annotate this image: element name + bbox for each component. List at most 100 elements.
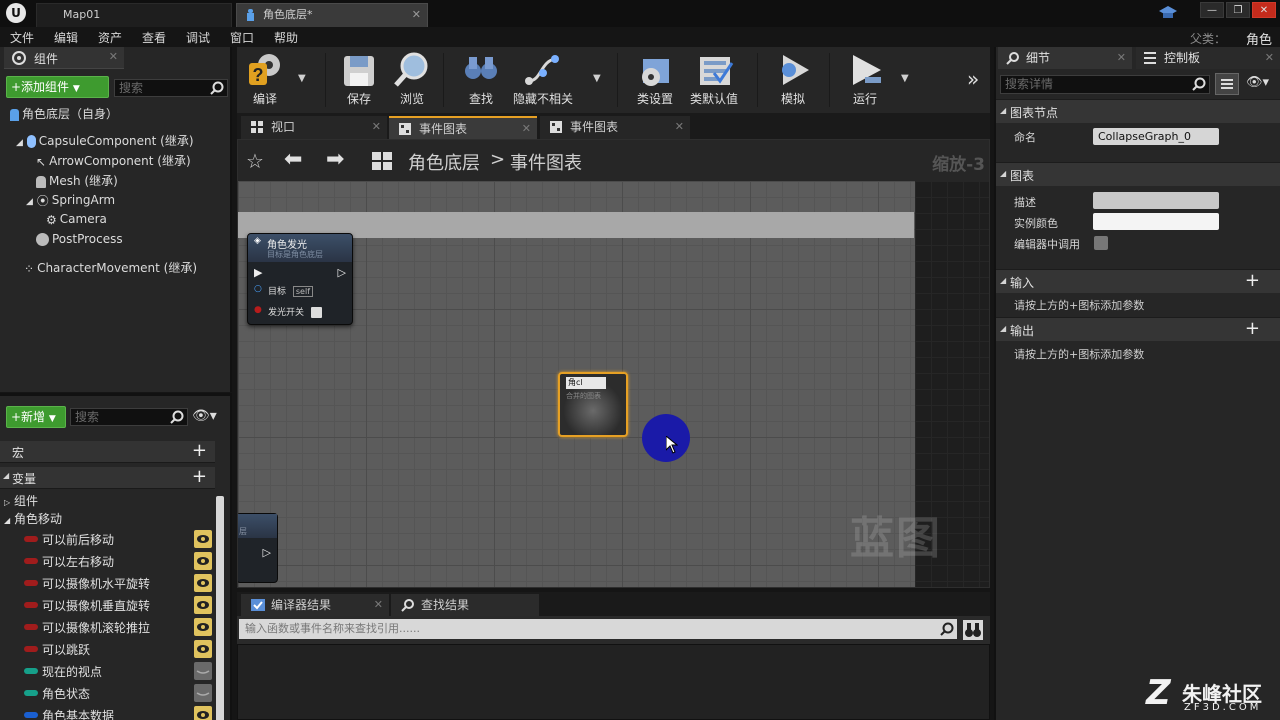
tree-item-movement[interactable]: ⁘ CharacterMovement (继承) <box>24 259 197 276</box>
graduation-cap-icon[interactable] <box>1158 4 1178 22</box>
play-options-chevron-icon[interactable]: ▼ <box>901 73 909 84</box>
variable-row[interactable]: 可以左右移动 <box>22 551 214 571</box>
exec-out-pin-icon[interactable]: ▷ <box>263 546 271 559</box>
visibility-eye-icon[interactable]: 👁▾ <box>1246 75 1269 90</box>
close-tab-icon[interactable]: ✕ <box>374 594 383 616</box>
play-button[interactable]: 运行 <box>837 51 893 111</box>
forward-arrow-icon[interactable]: ➡ <box>326 147 344 172</box>
maximize-icon[interactable]: ❐ <box>1226 2 1250 18</box>
tab-compiler-results[interactable]: 编译器结果 ✕ <box>241 594 389 616</box>
binoculars-icon[interactable] <box>963 620 983 640</box>
close-tab-icon[interactable]: ✕ <box>675 116 684 138</box>
graph-editor[interactable]: ☆ ⬅ ➡ 角色底层 > 事件图表 缩放-3 ◈ 角色发光 目标是角色底层 ▶ … <box>237 139 990 588</box>
find-button[interactable]: 查找 <box>453 51 509 111</box>
browse-button[interactable]: 浏览 <box>384 51 440 111</box>
tab-details[interactable]: 细节 ✕ <box>998 47 1132 69</box>
add-variable-icon[interactable]: + <box>192 467 207 487</box>
variable-row[interactable]: 可以前后移动 <box>22 529 214 549</box>
call-in-editor-checkbox[interactable] <box>1094 236 1108 250</box>
add-component-button[interactable]: +添加组件 ▼ <box>6 76 109 98</box>
unreal-logo-icon[interactable]: U <box>6 3 26 23</box>
add-macro-icon[interactable]: + <box>192 441 207 461</box>
tree-item-springarm[interactable]: ◢ ⦿ SpringArm <box>26 192 115 209</box>
tree-item-arrow[interactable]: ↖ ArrowComponent (继承) <box>36 152 191 169</box>
description-field[interactable] <box>1093 192 1219 209</box>
compile-button[interactable]: ? 编译 <box>237 51 293 111</box>
target-pin-icon[interactable]: ○ <box>254 284 262 294</box>
eye-open-icon[interactable] <box>194 552 212 570</box>
eye-open-icon[interactable] <box>194 640 212 658</box>
class-settings-button[interactable]: 类设置 <box>627 51 683 111</box>
section-graph[interactable]: ◢ 图表 <box>996 162 1280 186</box>
variable-row[interactable]: 可以摄像机滚轮推拉 <box>22 617 214 637</box>
close-tab-icon[interactable]: ✕ <box>1117 47 1126 69</box>
hide-unrelated-chevron-icon[interactable]: ▼ <box>593 73 601 84</box>
exec-in-pin-icon[interactable]: ▶ <box>254 266 262 279</box>
variable-row[interactable]: 可以跳跃 <box>22 639 214 659</box>
back-arrow-icon[interactable]: ⬅ <box>284 147 302 172</box>
tab-event-graph[interactable]: 事件图表 ✕ <box>389 116 537 139</box>
toggle-checkbox[interactable] <box>310 307 322 318</box>
eye-open-icon[interactable] <box>194 618 212 636</box>
menu-edit[interactable]: 编辑 <box>54 29 78 46</box>
variable-row[interactable]: 角色状态 <box>22 683 214 703</box>
node-name-field[interactable]: CollapseGraph_0 <box>1093 128 1219 145</box>
close-tab-icon[interactable]: ✕ <box>372 116 381 138</box>
eye-open-icon[interactable] <box>194 574 212 592</box>
tree-item-camera[interactable]: ⚙ Camera <box>46 212 107 227</box>
instance-color-swatch[interactable] <box>1093 213 1219 230</box>
favorite-star-icon[interactable]: ☆ <box>246 149 264 173</box>
simulate-button[interactable]: 模拟 <box>765 51 821 111</box>
tree-item-mesh[interactable]: Mesh (继承) <box>36 172 118 189</box>
tree-item-postprocess[interactable]: PostProcess <box>36 232 123 246</box>
offscreen-node[interactable]: 层 ▷ <box>238 513 278 583</box>
tab-find-results[interactable]: 查找结果 <box>391 594 539 616</box>
results-list[interactable] <box>237 644 990 720</box>
find-references-input[interactable]: 输入函数或事件名称来查找引用...... <box>239 619 957 639</box>
variable-row[interactable]: 可以摄像机垂直旋转 <box>22 595 214 615</box>
tab-event-graph-2[interactable]: 事件图表 ✕ <box>540 116 690 139</box>
minimize-icon[interactable]: — <box>1200 2 1224 18</box>
section-graph-node[interactable]: ◢ 图表节点 <box>996 99 1280 123</box>
close-tab-icon[interactable]: ✕ <box>109 50 118 63</box>
details-search-input[interactable]: 搜索详情 <box>1000 75 1210 94</box>
menu-help[interactable]: 帮助 <box>274 29 298 46</box>
tree-item-capsule[interactable]: ◢ CapsuleComponent (继承) <box>16 132 194 149</box>
section-outputs[interactable]: ◢ 输出 + <box>996 317 1280 341</box>
close-tab-icon[interactable]: ✕ <box>412 4 421 26</box>
menu-file[interactable]: 文件 <box>10 29 34 46</box>
target-pin-value[interactable]: self <box>292 286 314 297</box>
close-tab-icon[interactable]: ✕ <box>522 118 531 140</box>
add-input-icon[interactable]: + <box>1245 271 1260 291</box>
eye-open-icon[interactable] <box>194 596 212 614</box>
visibility-eye-icon[interactable]: 👁▾ <box>192 408 217 424</box>
category-components[interactable]: ▷ 组件 <box>4 492 38 509</box>
components-search-input[interactable]: 搜索 <box>114 79 228 97</box>
mybp-search-input[interactable]: 搜索 <box>70 408 188 426</box>
breadcrumb-current[interactable]: 事件图表 <box>510 149 582 175</box>
function-node-character-glow[interactable]: ◈ 角色发光 目标是角色底层 ▶ ▷ ○ 目标 self ● 发光开关 <box>247 233 353 325</box>
doc-tab-blueprint[interactable]: 角色底层* ✕ <box>236 3 428 27</box>
add-output-icon[interactable]: + <box>1245 319 1260 339</box>
toolbar-overflow-icon[interactable]: » <box>967 67 979 91</box>
tab-viewport[interactable]: 视口 ✕ <box>241 116 387 139</box>
parent-class-link[interactable]: 角色 <box>1246 29 1272 48</box>
menu-view[interactable]: 查看 <box>142 29 166 46</box>
class-defaults-button[interactable]: 类默认值 <box>686 51 742 111</box>
eye-closed-icon[interactable] <box>194 662 212 680</box>
variable-row[interactable]: 角色基本数据 <box>22 705 214 720</box>
variable-row[interactable]: 现在的视点 <box>22 661 214 681</box>
hide-unrelated-button[interactable]: 隐藏不相关 <box>511 51 575 111</box>
close-window-icon[interactable]: ✕ <box>1252 2 1276 18</box>
exec-out-pin-icon[interactable]: ▷ <box>338 266 346 279</box>
section-macros[interactable]: 宏 + <box>0 441 215 463</box>
variables-scrollbar[interactable] <box>216 496 224 720</box>
eye-open-icon[interactable] <box>194 706 212 720</box>
menu-window[interactable]: 窗口 <box>230 29 254 46</box>
menu-debug[interactable]: 调试 <box>186 29 210 46</box>
bool-pin-icon[interactable]: ● <box>254 305 262 315</box>
breadcrumb-root[interactable]: 角色底层 <box>408 149 480 175</box>
close-tab-icon[interactable]: ✕ <box>1265 47 1274 69</box>
search-icon[interactable] <box>939 621 955 637</box>
property-matrix-button[interactable] <box>1215 73 1239 95</box>
